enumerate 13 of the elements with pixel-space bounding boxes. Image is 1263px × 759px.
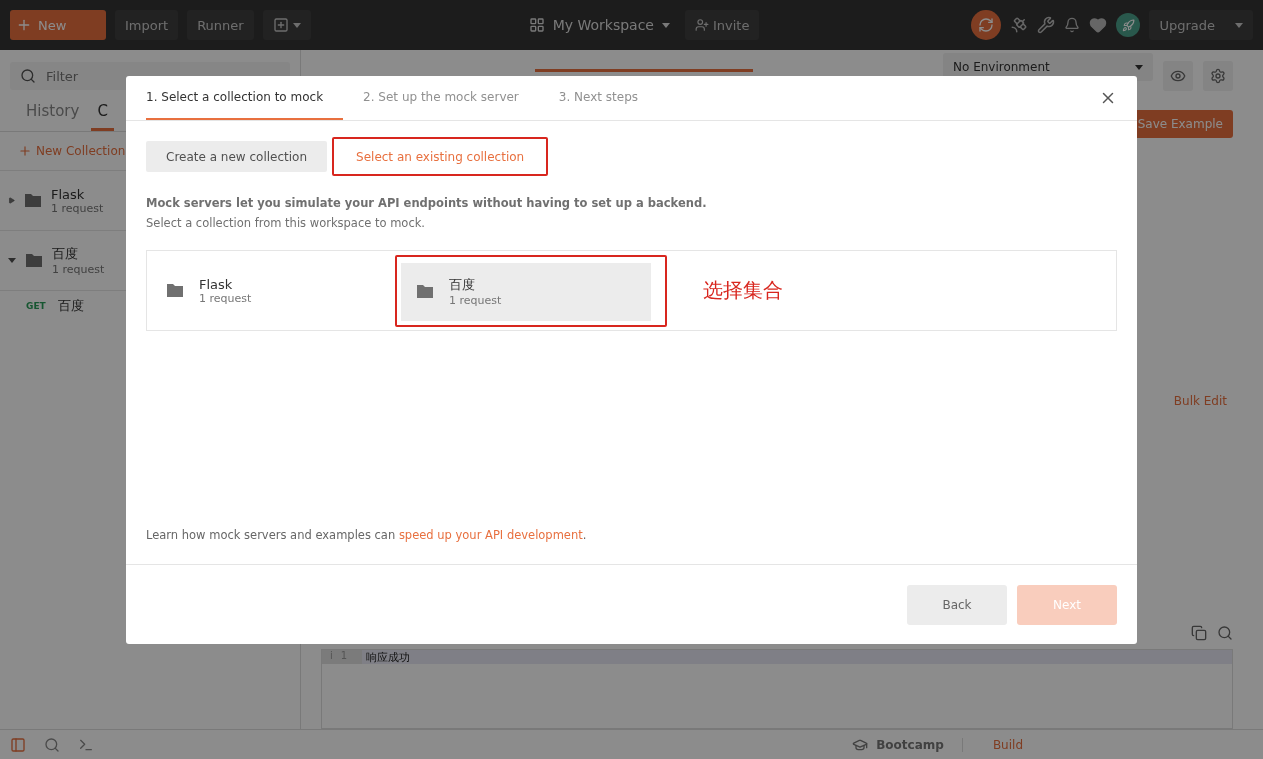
request-count: 1 request — [52, 263, 105, 276]
collection-name: 百度 — [52, 245, 79, 263]
request-count: 1 request — [51, 201, 104, 215]
collection-name: 百度 — [449, 276, 476, 294]
learn-more-text: Learn how mock servers and examples can speed up your API development. — [146, 528, 588, 542]
annotation-text: 选择集合 — [703, 277, 783, 304]
collection-name: Flask — [51, 186, 86, 202]
method-label: GET — [26, 301, 46, 311]
request-count: 1 request — [199, 291, 252, 305]
code-line: 响应成功 — [365, 650, 410, 664]
request-name: 百度 — [57, 297, 84, 315]
request-count: 1 request — [449, 294, 502, 307]
collection-name: Flask — [199, 276, 234, 292]
